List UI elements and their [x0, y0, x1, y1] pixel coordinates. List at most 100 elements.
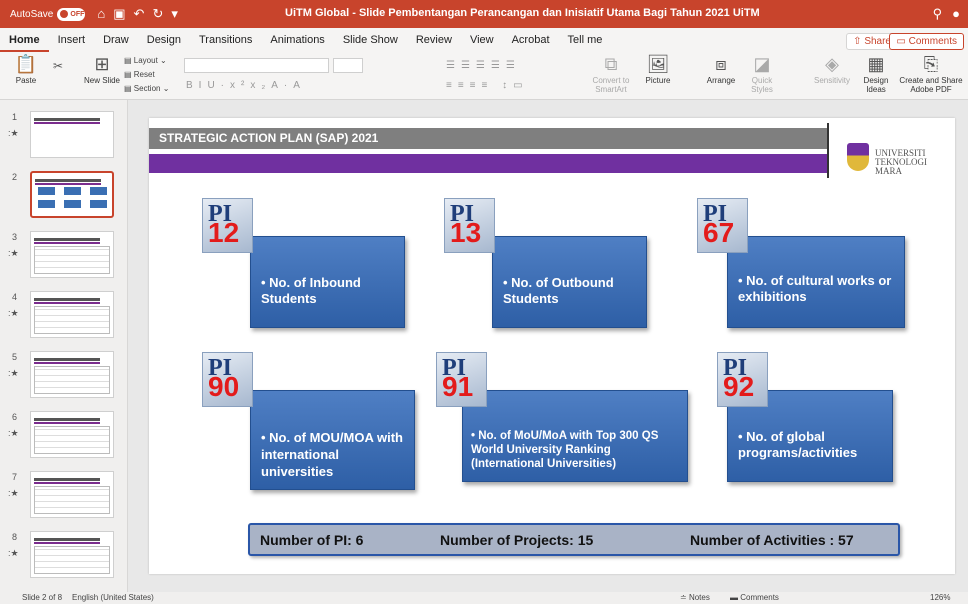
slide-thumbnail[interactable]: 5 :★	[0, 346, 128, 406]
scissors-icon: ✂	[52, 59, 64, 73]
convert-smartart-button[interactable]: ⧉ Convert to SmartArt	[586, 54, 636, 94]
tab-slide-show[interactable]: Slide Show	[334, 28, 407, 52]
tab-review[interactable]: Review	[407, 28, 461, 52]
arrange-button[interactable]: ⧈ Arrange	[705, 54, 737, 85]
document-title: UiTM Global - Slide Pembentangan Peranca…	[285, 7, 760, 19]
ribbon: 📋 Paste ✂ ⊞ New Slide ▤ Layout ⌄ ▤ Reset ▤…	[0, 52, 968, 100]
slide-thumbnail[interactable]: 8 :★	[0, 526, 128, 586]
slide-title[interactable]: STRATEGIC ACTION PLAN (SAP) 2021	[149, 128, 827, 149]
slide-thumbnail[interactable]: 7 :★	[0, 466, 128, 526]
autosave[interactable]: AutoSave OFF	[10, 7, 86, 21]
tab-draw[interactable]: Draw	[94, 28, 138, 52]
cut-button[interactable]: ✂	[48, 56, 68, 78]
slide-thumbnail[interactable]: 1 :★	[0, 106, 128, 166]
tab-design[interactable]: Design	[138, 28, 190, 52]
paragraph-buttons[interactable]: ☰☰☰☰☰	[446, 60, 521, 71]
logo-line-3: MARA	[875, 166, 903, 176]
picture-label: Picture	[645, 76, 671, 85]
account-icon[interactable]: ●	[952, 6, 960, 22]
thumb-number: 7	[12, 472, 18, 482]
home-icon[interactable]: ⌂	[97, 6, 105, 22]
ribbon-tabs: Home Insert Draw Design Transitions Anim…	[0, 28, 968, 52]
design-ideas-button[interactable]: ▦ Design Ideas	[860, 54, 892, 94]
title-bar: AutoSave OFF ⌂ ▣ ↶ ↻ ▾ UiTM Global - Sli…	[0, 0, 968, 28]
format-buttons[interactable]: BIU·x²x₂A·A	[186, 80, 306, 91]
reset-label: Reset	[133, 70, 155, 79]
summary-activities-count: Number of Activities : 57	[690, 532, 854, 548]
section-button[interactable]: ▤ Section ⌄	[124, 84, 169, 94]
sensitivity-button[interactable]: ◈ Sensitivity	[810, 54, 854, 85]
animation-star-icon: :★	[8, 488, 19, 498]
tab-view[interactable]: View	[461, 28, 503, 52]
slide-thumbnail[interactable]: 3 :★	[0, 226, 128, 286]
new-slide-button[interactable]: ⊞ New Slide	[82, 54, 122, 85]
language-indicator[interactable]: English (United States)	[72, 593, 154, 602]
smartart-icon: ⧉	[604, 54, 618, 74]
paste-button[interactable]: 📋 Paste	[8, 54, 44, 85]
pi-number: 13	[450, 217, 482, 248]
autosave-toggle[interactable]: OFF	[57, 7, 86, 21]
tab-insert[interactable]: Insert	[49, 28, 95, 52]
pi-description-box: • No. of cultural works or exhibitions	[727, 236, 905, 328]
slide-thumbnails-panel: 1 :★ 2 3 :★ 4 :★ 5 :★ 6 :★ 7 :★ 8 :★	[0, 100, 128, 592]
summary-bar[interactable]: Number of PI: 6 Number of Projects: 15 N…	[248, 523, 900, 556]
save-icon[interactable]: ▣	[113, 6, 125, 22]
comments-button[interactable]: ▭ Comments	[889, 33, 964, 50]
arrange-label: Arrange	[706, 76, 736, 85]
adobe-label: Create and Share Adobe PDF	[899, 76, 963, 94]
share-label: Share	[864, 36, 891, 47]
redo-icon[interactable]: ↻	[152, 6, 163, 22]
summary-projects-count: Number of Projects: 15	[440, 532, 594, 548]
tab-transitions[interactable]: Transitions	[190, 28, 261, 52]
pi-description-box: • No. of MOU/MOA with international univ…	[250, 390, 415, 490]
clipboard-icon: 📋	[14, 54, 38, 74]
font-name-input[interactable]	[184, 58, 329, 73]
align-buttons[interactable]: ≡≡≡≡ ↕▭	[446, 80, 529, 91]
tab-animations[interactable]: Animations	[261, 28, 333, 52]
thumb-image	[30, 471, 114, 518]
create-adobe-pdf-button[interactable]: ⎘ Create and Share Adobe PDF	[898, 54, 964, 94]
sensitivity-icon: ◈	[825, 54, 839, 74]
slide-thumbnail[interactable]: 4 :★	[0, 286, 128, 346]
customize-icon[interactable]: ▾	[171, 6, 178, 22]
slide-canvas[interactable]: STRATEGIC ACTION PLAN (SAP) 2021 UNIVERS…	[128, 100, 968, 592]
slide-thumbnail[interactable]: 2	[0, 166, 128, 226]
slide[interactable]: STRATEGIC ACTION PLAN (SAP) 2021 UNIVERS…	[149, 118, 955, 574]
pi-number: 67	[703, 217, 735, 248]
reset-button[interactable]: ▤ Reset	[124, 70, 155, 80]
layout-button[interactable]: ▤ Layout ⌄	[124, 56, 167, 66]
font-size-input[interactable]	[333, 58, 363, 73]
status-comments-button[interactable]: ▬ Comments	[730, 593, 779, 602]
animation-star-icon: :★	[8, 368, 19, 378]
tab-tell-me[interactable]: Tell me	[559, 28, 612, 52]
zoom-level[interactable]: 126%	[930, 593, 950, 602]
animation-star-icon: :★	[8, 128, 19, 138]
notes-button[interactable]: ≐ Notes	[680, 593, 710, 602]
pi-number: 12	[208, 217, 240, 248]
pi-description: • No. of global programs/activities	[738, 429, 858, 460]
thumb-image	[30, 531, 114, 578]
tab-home[interactable]: Home	[0, 28, 49, 52]
pi-description: • No. of MOU/MOA with international univ…	[261, 430, 403, 479]
tab-acrobat[interactable]: Acrobat	[503, 28, 559, 52]
undo-icon[interactable]: ↶	[134, 6, 145, 22]
pi-number: 92	[723, 371, 755, 402]
slide-thumbnail[interactable]: 6 :★	[0, 406, 128, 466]
sensitivity-label: Sensitivity	[813, 76, 850, 85]
pi-description-box: • No. of MoU/MoA with Top 300 QS World U…	[462, 390, 688, 482]
section-label: Section	[133, 84, 161, 93]
layout-label: Layout	[133, 56, 158, 65]
slide-counter: Slide 2 of 8	[22, 593, 63, 602]
search-icon[interactable]: ⚲	[933, 6, 943, 22]
pi-description: • No. of cultural works or exhibitions	[738, 273, 892, 304]
convert-label: Convert to SmartArt	[592, 76, 630, 94]
thumb-image	[30, 231, 114, 278]
quick-styles-icon: ◪	[753, 54, 771, 74]
pi-description: • No. of Outbound Students	[503, 275, 614, 306]
animation-star-icon: :★	[8, 548, 19, 558]
summary-pi-count: Number of PI: 6	[260, 532, 364, 548]
picture-button[interactable]: 🖼 Picture	[638, 54, 678, 85]
divider-line	[827, 123, 829, 178]
quick-styles-button[interactable]: ◪ Quick Styles	[742, 54, 782, 94]
comments-label: Comments	[908, 36, 957, 47]
